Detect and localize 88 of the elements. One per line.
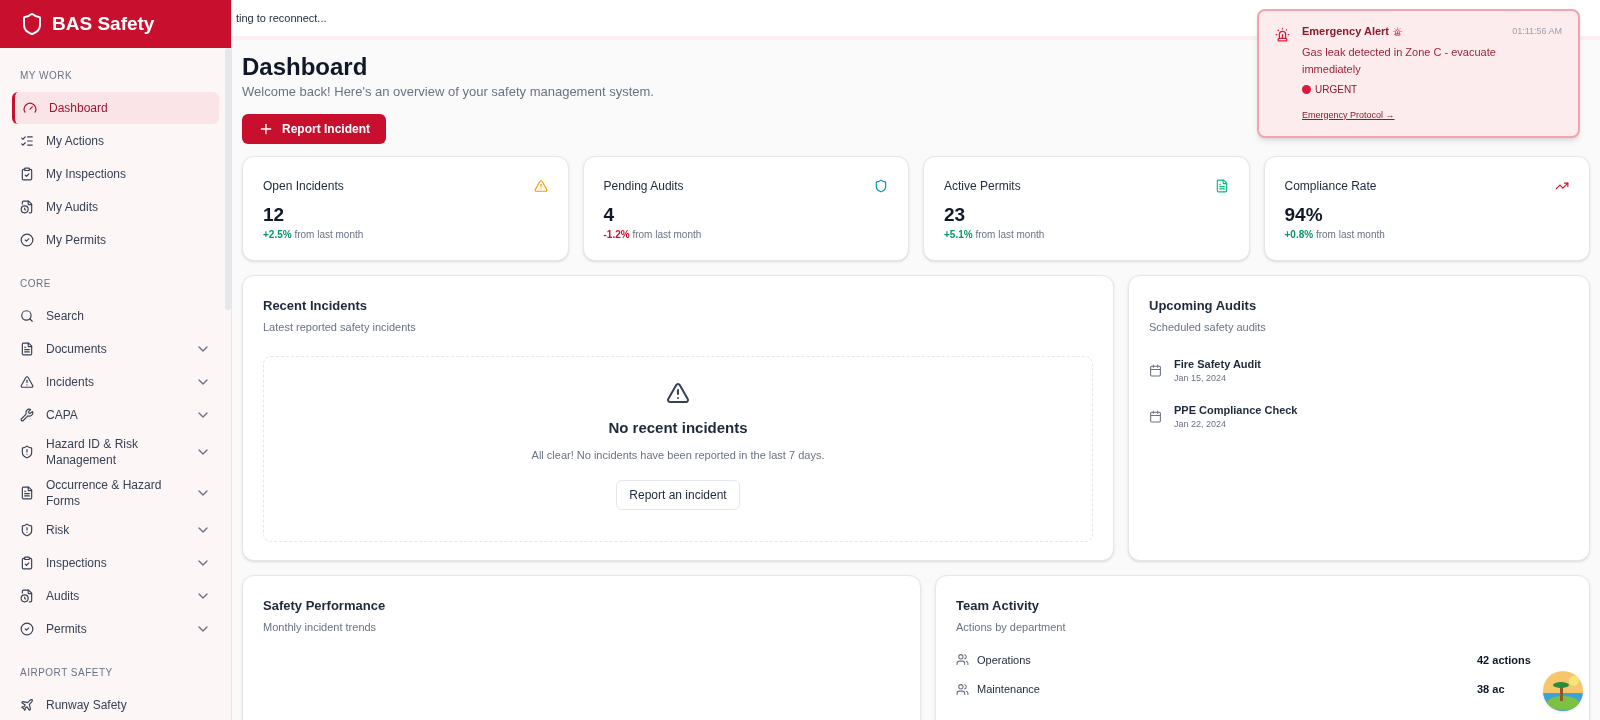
stat-change: +2.5% from last month (263, 227, 365, 242)
people-icon (956, 682, 969, 696)
sidebar-item[interactable]: Incidents (12, 366, 219, 398)
warning-icon (666, 380, 690, 405)
card-subtitle: Actions by department (956, 620, 1067, 635)
page-title: Dashboard (242, 52, 368, 82)
brand-name: BAS Safety (52, 11, 155, 36)
shield-logo-icon (20, 12, 44, 36)
stat-value: 94% (1284, 202, 1324, 227)
card-title: Team Activity (956, 596, 1041, 615)
department-name: Operations (977, 652, 1032, 668)
sidebar-item[interactable]: Inspections (12, 547, 219, 579)
card-title: Recent Incidents (263, 296, 369, 315)
audit-date: Jan 15, 2024 (1174, 372, 1228, 385)
sidebar-item[interactable]: Dashboard (12, 92, 219, 124)
stat-title: Compliance Rate (1284, 177, 1377, 195)
sidebar-item[interactable]: Occurrence & Hazard Forms (12, 473, 219, 513)
sidebar-item[interactable]: Hazard ID & Risk Management (12, 432, 219, 472)
alert-title: Emergency Alert (1302, 24, 1390, 39)
section-heading: AIRPORT SAFETY (19, 666, 114, 680)
sidebar-item[interactable]: Audits (12, 580, 219, 612)
sidebar-item[interactable]: CAPA (12, 399, 219, 431)
card-subtitle: Monthly incident trends (263, 620, 378, 635)
clipboard-icon (20, 556, 34, 570)
warning-icon (533, 178, 548, 193)
calendar-icon (1149, 410, 1162, 423)
sidebar-item[interactable]: My Inspections (12, 158, 219, 190)
section-heading: CORE (19, 277, 52, 291)
stat-title: Pending Audits (603, 177, 684, 195)
connection-status-text: ting to reconnect... (235, 10, 327, 26)
scrollbar[interactable] (225, 48, 231, 310)
check-circle-icon (20, 622, 34, 636)
check-circle-icon (20, 233, 34, 247)
stat-change: +5.1% from last month (944, 227, 1046, 242)
empty-title: No recent incidents (608, 417, 748, 438)
stat-change: +0.8% from last month (1284, 227, 1386, 242)
report-incident-button[interactable]: Report Incident (242, 113, 386, 144)
clipboard-icon (20, 167, 34, 181)
card-subtitle: Scheduled safety audits (1149, 320, 1267, 335)
document-icon (1214, 178, 1229, 193)
warning-icon (20, 375, 34, 389)
sidebar-item[interactable]: Permits (12, 613, 219, 645)
stat-value: 12 (263, 202, 286, 227)
shield-icon (874, 178, 888, 193)
card-subtitle: Latest reported safety incidents (263, 320, 417, 335)
stat-title: Active Permits (944, 177, 1021, 195)
card-title: Safety Performance (263, 596, 387, 615)
checklist-icon (20, 134, 34, 148)
gauge-icon (23, 101, 37, 115)
priority-label: URGENT (1315, 82, 1358, 97)
document-icon (20, 486, 34, 500)
action-count: 38 ac (1477, 682, 1506, 697)
document-icon (20, 589, 34, 603)
plane-icon (20, 698, 34, 712)
document-icon (20, 200, 34, 214)
audit-name: Fire Safety Audit (1174, 356, 1261, 372)
sidebar-item[interactable]: My Actions (12, 125, 219, 157)
document-icon (20, 342, 34, 356)
stat-change: -1.2% from last month (603, 227, 703, 242)
alert-time: 01:11:56 AM (1512, 24, 1562, 38)
stat-value: 23 (944, 202, 967, 227)
sidebar-item[interactable]: Runway Safety (12, 689, 219, 720)
siren-icon (1275, 27, 1290, 42)
action-count: 42 actions (1477, 652, 1532, 668)
shield-icon (20, 445, 34, 459)
audit-name: PPE Compliance Check (1174, 402, 1298, 418)
sidebar-item[interactable]: Risk (12, 514, 219, 546)
emergency-protocol-link[interactable]: Emergency Protocol → (1302, 108, 1395, 122)
siren-icon (1393, 26, 1403, 36)
wrench-icon (20, 408, 34, 422)
page-subtitle: Welcome back! Here's an overview of your safety management system. (242, 83, 654, 101)
sidebar-item[interactable]: Documents (12, 333, 219, 365)
audit-date: Jan 22, 2024 (1174, 418, 1228, 431)
shield-icon (20, 523, 34, 537)
section-heading: MY WORK (19, 69, 74, 83)
sidebar-item[interactable]: My Permits (12, 224, 219, 256)
card-title: Upcoming Audits (1149, 296, 1258, 315)
people-icon (956, 653, 969, 667)
stat-title: Open Incidents (263, 177, 344, 195)
empty-text: All clear! No incidents have been reported in the last 7 days. (531, 448, 825, 463)
report-incident-button[interactable]: Report an incident (616, 479, 740, 510)
stat-value: 4 (603, 202, 616, 227)
sidebar-item[interactable]: My Audits (12, 191, 219, 223)
department-name: Maintenance (977, 682, 1041, 697)
search-icon (20, 309, 34, 323)
calendar-icon (1149, 364, 1162, 377)
sidebar-item[interactable]: Search (12, 300, 219, 332)
alert-message: Gas leak detected in Zone C - evacuate immediately (1302, 44, 1497, 77)
